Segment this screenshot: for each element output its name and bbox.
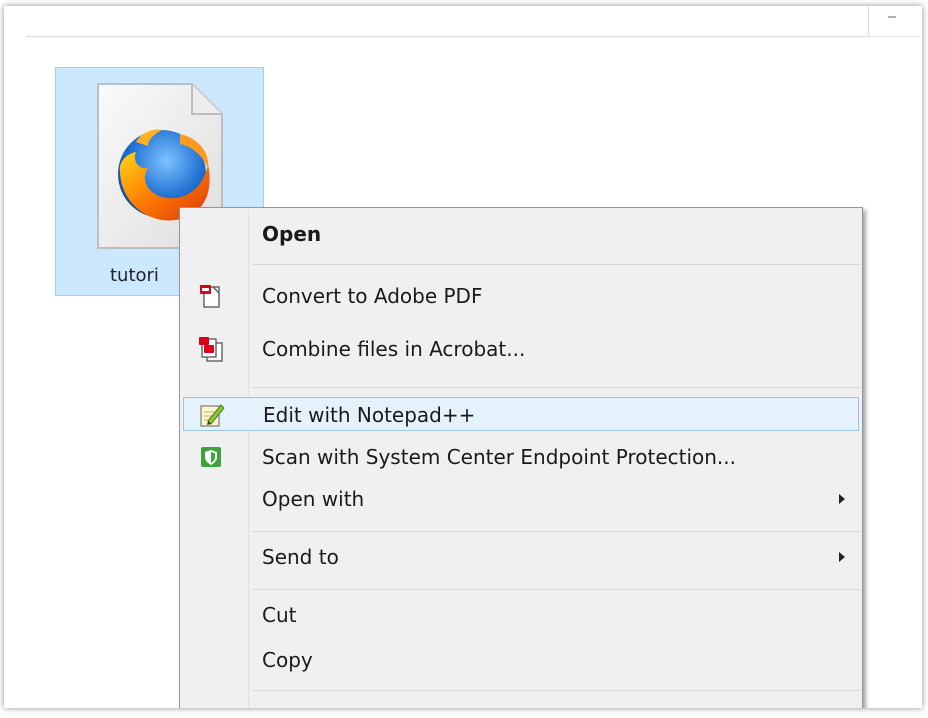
menu-item-open-with[interactable]: Open with	[183, 482, 859, 516]
menu-item-cut[interactable]: Cut	[183, 598, 859, 632]
menu-separator	[252, 387, 860, 388]
header-divider	[26, 36, 916, 37]
menu-item-scan-endpoint[interactable]: Scan with System Center Endpoint Protect…	[183, 440, 859, 474]
endpoint-protection-shield-icon	[201, 447, 221, 467]
menu-item-combine-acrobat[interactable]: Combine files in Acrobat...	[183, 332, 859, 366]
file-name-label: tutori	[110, 265, 159, 286]
menu-separator	[252, 589, 860, 590]
toggle-cap-icon	[888, 16, 896, 22]
menu-separator	[252, 690, 860, 691]
menu-item-convert-to-pdf[interactable]: Convert to Adobe PDF	[183, 279, 859, 313]
menu-item-label: Open	[262, 222, 322, 246]
notepad-plus-plus-icon	[200, 404, 225, 427]
menu-item-send-to[interactable]: Send to	[183, 540, 859, 574]
explorer-window: tutori Open Convert to Adobe PDF Combine…	[4, 6, 922, 708]
view-toggle-button[interactable]	[868, 6, 919, 37]
menu-item-label: Copy	[262, 648, 313, 672]
menu-item-label: Send to	[262, 545, 339, 569]
menu-item-label: Combine files in Acrobat...	[262, 337, 526, 361]
menu-item-label: Open with	[262, 487, 365, 511]
menu-item-label: Edit with Notepad++	[263, 403, 476, 427]
menu-item-label: Convert to Adobe PDF	[262, 284, 483, 308]
menu-item-copy[interactable]: Copy	[183, 643, 859, 677]
menu-item-label: Scan with System Center Endpoint Protect…	[262, 445, 737, 469]
menu-separator	[252, 531, 860, 532]
submenu-arrow-icon	[839, 552, 845, 562]
submenu-arrow-icon	[839, 494, 845, 504]
menu-item-label: Cut	[262, 603, 297, 627]
menu-item-open[interactable]: Open	[183, 217, 859, 251]
menu-separator	[252, 264, 860, 265]
menu-item-edit-notepadpp[interactable]: Edit with Notepad++	[183, 397, 859, 431]
context-menu: Open Convert to Adobe PDF Combine files …	[179, 207, 863, 708]
acrobat-convert-icon	[200, 285, 220, 308]
acrobat-combine-icon	[199, 337, 223, 362]
